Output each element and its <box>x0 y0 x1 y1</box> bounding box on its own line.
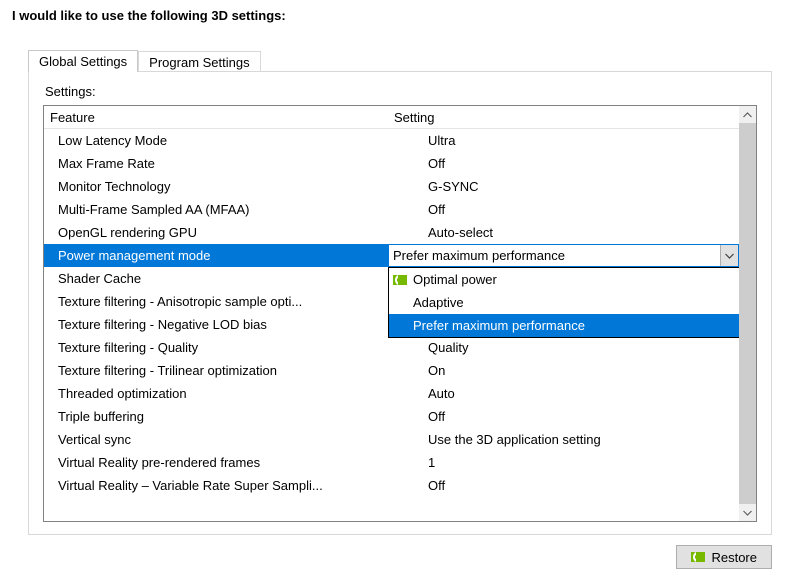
feature-cell: Triple buffering <box>44 405 388 428</box>
feature-cell: Texture filtering - Quality <box>44 336 388 359</box>
feature-cell: Vertical sync <box>44 428 388 451</box>
vertical-scrollbar[interactable] <box>739 106 756 521</box>
column-header-setting[interactable]: Setting <box>388 106 739 128</box>
feature-cell: Max Frame Rate <box>44 152 388 175</box>
feature-cell: Texture filtering - Trilinear optimizati… <box>44 359 388 382</box>
scroll-up-button[interactable] <box>739 106 756 123</box>
setting-cell: Off <box>388 198 739 221</box>
setting-cell: Quality <box>388 336 739 359</box>
feature-cell: Monitor Technology <box>44 175 388 198</box>
tab-strip: Global Settings Program Settings <box>28 47 775 71</box>
tab-global-settings[interactable]: Global Settings <box>28 50 138 72</box>
combobox-dropdown-button[interactable] <box>720 245 738 266</box>
table-row[interactable]: Virtual Reality – Variable Rate Super Sa… <box>44 474 739 497</box>
table-row[interactable]: Triple bufferingOff <box>44 405 739 428</box>
feature-cell: Texture filtering - Negative LOD bias <box>44 313 388 336</box>
settings-header-row: Feature Setting <box>44 106 739 129</box>
page-heading: I would like to use the following 3D set… <box>12 6 775 47</box>
table-row[interactable]: Threaded optimizationAuto <box>44 382 739 405</box>
table-row[interactable]: Low Latency ModeUltra <box>44 129 739 152</box>
setting-cell: 1 <box>388 451 739 474</box>
feature-cell: Virtual Reality pre-rendered frames <box>44 451 388 474</box>
chevron-up-icon <box>743 112 752 118</box>
dropdown-option[interactable]: Adaptive <box>389 291 739 314</box>
table-row[interactable]: OpenGL rendering GPUAuto-select <box>44 221 739 244</box>
restore-button[interactable]: Restore <box>676 545 772 569</box>
scroll-down-button[interactable] <box>739 504 756 521</box>
table-row[interactable]: Virtual Reality pre-rendered frames1 <box>44 451 739 474</box>
table-row[interactable]: Monitor TechnologyG-SYNC <box>44 175 739 198</box>
chevron-down-icon <box>725 253 734 259</box>
feature-cell: Shader Cache <box>44 267 388 290</box>
scroll-thumb[interactable] <box>739 123 756 504</box>
settings-rows: Low Latency ModeUltraMax Frame RateOffMo… <box>44 129 739 497</box>
table-row[interactable]: Multi-Frame Sampled AA (MFAA)Off <box>44 198 739 221</box>
column-header-feature[interactable]: Feature <box>44 106 388 128</box>
setting-dropdown-list[interactable]: Optimal powerAdaptivePrefer maximum perf… <box>388 267 739 338</box>
nvidia-icon <box>691 552 705 562</box>
setting-cell: On <box>388 359 739 382</box>
table-row[interactable]: Max Frame RateOff <box>44 152 739 175</box>
global-settings-panel: Settings: Feature Setting Low Latency Mo… <box>28 71 772 535</box>
setting-cell: G-SYNC <box>388 175 739 198</box>
setting-cell: Off <box>388 474 739 497</box>
dropdown-option[interactable]: Optimal power <box>389 268 739 291</box>
nvidia-icon <box>393 275 407 285</box>
feature-cell: Multi-Frame Sampled AA (MFAA) <box>44 198 388 221</box>
setting-cell: Off <box>388 405 739 428</box>
feature-cell: Virtual Reality – Variable Rate Super Sa… <box>44 474 388 497</box>
table-row[interactable]: Vertical syncUse the 3D application sett… <box>44 428 739 451</box>
feature-cell: Texture filtering - Anisotropic sample o… <box>44 290 388 313</box>
chevron-down-icon <box>743 510 752 516</box>
setting-combobox-value: Prefer maximum performance <box>389 248 720 263</box>
restore-button-label: Restore <box>711 550 757 565</box>
table-row[interactable]: Texture filtering - QualityQuality <box>44 336 739 359</box>
setting-cell: Off <box>388 152 739 175</box>
table-row[interactable]: Texture filtering - Trilinear optimizati… <box>44 359 739 382</box>
settings-table: Feature Setting Low Latency ModeUltraMax… <box>43 105 757 522</box>
settings-label: Settings: <box>45 84 757 99</box>
feature-cell: Threaded optimization <box>44 382 388 405</box>
setting-cell: Auto-select <box>388 221 739 244</box>
feature-cell: OpenGL rendering GPU <box>44 221 388 244</box>
setting-cell: Use the 3D application setting <box>388 428 739 451</box>
setting-cell: Auto <box>388 382 739 405</box>
setting-combobox[interactable]: Prefer maximum performance <box>388 244 739 267</box>
feature-cell: Power management mode <box>44 244 388 267</box>
feature-cell: Low Latency Mode <box>44 129 388 152</box>
action-row: Restore <box>28 535 772 569</box>
dropdown-option[interactable]: Prefer maximum performance <box>389 314 739 337</box>
tab-program-settings[interactable]: Program Settings <box>138 51 260 73</box>
setting-cell: Ultra <box>388 129 739 152</box>
